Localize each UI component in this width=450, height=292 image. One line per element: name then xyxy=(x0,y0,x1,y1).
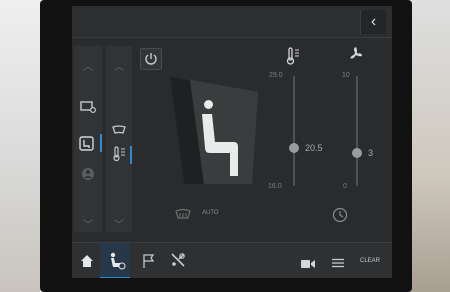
fan-slider[interactable] xyxy=(356,76,358,186)
temperature-value: 20.5 xyxy=(305,143,323,153)
camera-icon[interactable] xyxy=(300,256,316,274)
back-button[interactable]: ‹ xyxy=(360,10,386,34)
power-icon xyxy=(145,53,157,65)
chevron-down-icon[interactable]: ﹀ xyxy=(106,216,132,231)
seat-climate-icon[interactable] xyxy=(108,252,126,275)
background-left xyxy=(0,0,40,292)
rear-defrost-icon[interactable] xyxy=(174,207,192,225)
hvac-screen: ‹ ︿ ﹀ ︿ ﹀ 29.0 20.5 16.0 10 3 0 AUTO CLE… xyxy=(72,6,392,278)
power-button[interactable] xyxy=(140,48,162,70)
temp-max-label: 29.0 xyxy=(269,72,283,79)
home-icon[interactable] xyxy=(80,254,94,273)
chevron-down-icon[interactable]: ﹀ xyxy=(74,216,102,231)
selected-indicator xyxy=(100,134,102,152)
chevron-up-icon[interactable]: ︿ xyxy=(106,58,132,73)
seat-heat-icon[interactable] xyxy=(112,146,126,167)
thermometer-icon xyxy=(286,46,300,71)
menu-icon[interactable] xyxy=(332,255,344,273)
fan-knob[interactable] xyxy=(352,148,362,158)
temperature-knob[interactable] xyxy=(289,143,299,153)
tools-icon[interactable] xyxy=(170,252,186,273)
temp-min-label: 16.0 xyxy=(268,183,282,190)
flag-icon[interactable] xyxy=(142,253,156,274)
fan-icon xyxy=(348,46,364,67)
background-right xyxy=(410,0,450,292)
fan-value: 3 xyxy=(368,148,374,158)
clear-button[interactable]: CLEAR xyxy=(360,258,380,264)
defrost-column: ︿ ﹀ xyxy=(106,46,132,232)
fan-min-label: 0 xyxy=(343,183,347,190)
bottom-nav: CLEAR xyxy=(72,242,392,278)
screen-settings-icon[interactable] xyxy=(80,100,97,119)
auto-button[interactable]: AUTO xyxy=(202,210,219,216)
windshield-icon[interactable] xyxy=(111,122,127,140)
temperature-slider[interactable] xyxy=(293,76,295,186)
mode-column: ︿ ﹀ xyxy=(74,46,102,232)
profile-icon[interactable] xyxy=(81,167,95,186)
seat-mode-icon[interactable] xyxy=(79,136,95,157)
fan-max-label: 10 xyxy=(342,72,350,79)
selected-indicator xyxy=(130,146,132,164)
clock-icon[interactable] xyxy=(332,207,348,228)
chevron-up-icon[interactable]: ︿ xyxy=(74,58,102,73)
seat-zone[interactable] xyxy=(170,76,262,186)
top-bar: ‹ xyxy=(72,6,392,38)
